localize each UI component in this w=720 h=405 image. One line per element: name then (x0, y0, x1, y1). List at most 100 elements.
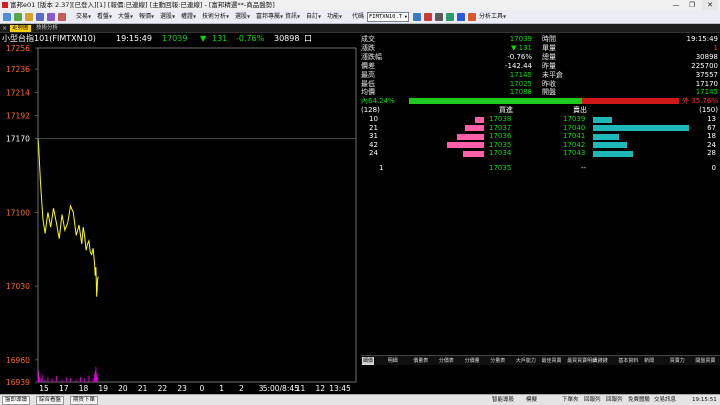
status-tab-2[interactable]: 期貨下單 (70, 396, 99, 405)
restore-button[interactable]: ❐ (684, 0, 700, 10)
menu-analysis-tools[interactable]: 分析工具▼ (479, 13, 506, 21)
status-free-trial[interactable]: 免費體驗 (628, 396, 650, 405)
chevron-down-icon: ▼ (404, 14, 407, 19)
down-arrow-icon: ▼ (200, 34, 207, 43)
menu-quote[interactable]: 報價▼ (139, 13, 154, 21)
x-tick-label: 23 (177, 384, 187, 393)
ask-qty: 28 (707, 149, 716, 158)
quote-right-row: 開盤 17145 (361, 88, 720, 96)
toolbar-chart-icon[interactable] (446, 13, 454, 21)
quote-label: 時間 (542, 35, 556, 43)
status-trade-msg[interactable]: 交易訊息 (654, 396, 676, 405)
header-price: 17039 (162, 34, 188, 43)
toolbar-query-icon[interactable] (413, 13, 421, 21)
window-title: 富邦e01 [版本 2.37][已登入][1] [報價:已連線] [主動回報:已… (10, 1, 275, 9)
bottom-tab[interactable]: 大錢錢 (593, 357, 608, 365)
minimize-button[interactable]: — (668, 0, 684, 10)
menu-trade[interactable]: 交易▼ (76, 13, 91, 21)
toolbar-order-icon[interactable] (424, 13, 432, 21)
menu-fubon[interactable]: 富邦專屬▼ (256, 13, 283, 21)
quote-value: 1 (713, 43, 718, 52)
header-time: 19:15:49 (116, 34, 152, 43)
toolbar-alert-icon[interactable] (58, 13, 66, 21)
quote-right-row: 昨收 17170 (361, 80, 720, 88)
menu-info[interactable]: 資訊▼ (285, 13, 300, 21)
toolbar-window-icon[interactable] (36, 13, 44, 21)
symbol-dropdown[interactable]: FIMTXN10.T ▼ (367, 12, 409, 22)
status-tab-1[interactable]: 綜合看盤 (36, 396, 65, 405)
menu-screener[interactable]: 選股▼ (160, 13, 175, 21)
quote-value: 37557 (695, 70, 718, 79)
toolbar-tools-icon[interactable] (468, 13, 476, 21)
x-tick-label: 15 (39, 384, 49, 393)
bottom-tab[interactable]: 大戶能力 (516, 357, 536, 365)
intraday-chart[interactable]: 1725617236172141719217170171001703016960… (0, 45, 358, 394)
bottom-tab[interactable]: 基本資料 (618, 357, 638, 365)
quote-label: 昨收 (542, 79, 556, 88)
close-button[interactable]: ✕ (702, 0, 718, 10)
quote-value: 17145 (695, 88, 718, 97)
bottom-tab[interactable]: 明細 (388, 357, 398, 365)
y-tick-label: 17214 (6, 88, 30, 97)
quote-label: 單量 (542, 43, 556, 52)
bottom-tab[interactable]: 新聞 (644, 357, 654, 365)
y-tick-label: 17170 (6, 135, 30, 144)
plot-frame (37, 47, 357, 383)
status-smart-stock[interactable]: 智能導股 (492, 396, 514, 405)
x-tick-label: 18 (79, 384, 89, 393)
menu-technical[interactable]: 技術分析▼ (202, 13, 229, 21)
quote-value: 30898 (695, 52, 718, 61)
toolbar-home-icon[interactable] (3, 13, 11, 21)
bottom-tab[interactable]: 細價 (362, 357, 375, 365)
chart-grid (37, 47, 357, 383)
bottom-tab[interactable]: 分價量 (465, 357, 480, 365)
quote-label: 開盤 (542, 88, 556, 97)
bottom-tab[interactable]: 分價表 (439, 357, 454, 365)
header-percent: -0.76% (236, 34, 265, 43)
status-bar: 盤即導讀 綜合看盤 期貨下單 智能導股 模擬 下單夾 回報列 回報列 免費體驗 … (0, 394, 720, 405)
status-tab-0[interactable]: 盤即導讀 (2, 396, 31, 405)
last-zero: 0 (711, 164, 716, 172)
status-time: 19:15:51 (692, 397, 717, 403)
toolbar-folder-icon[interactable] (25, 13, 33, 21)
toolbar-layout-icon[interactable] (47, 13, 55, 21)
menu-function[interactable]: 功能▼ (327, 13, 342, 21)
menu-screener-2[interactable]: 選股▼ (235, 13, 250, 21)
status-sim[interactable]: 模擬 (526, 396, 537, 405)
ask-price: 17043 (563, 149, 586, 158)
bid-depth-bar (465, 125, 484, 132)
bottom-tab[interactable]: 開盤買賣 (695, 357, 715, 365)
tab-trend-chart[interactable]: 走勢圖 (10, 25, 31, 32)
quote-label: 未平倉 (542, 70, 563, 79)
x-tick-label: 5:00/8:45 (263, 384, 299, 393)
menu-market[interactable]: 大盤▼ (118, 13, 133, 21)
x-tick-label: 13:45 (329, 384, 351, 393)
cursor-icon[interactable] (457, 13, 465, 21)
toolbar-refresh-icon[interactable] (14, 13, 22, 21)
menu-warrant[interactable]: 權證▼ (181, 13, 196, 21)
status-report-1[interactable]: 回報列 (584, 396, 601, 405)
status-order-folder[interactable]: 下單夾 (562, 396, 579, 405)
x-tick-label: 22 (158, 384, 168, 393)
status-report-2[interactable]: 回報列 (606, 396, 623, 405)
bid-total: (128) (361, 106, 380, 114)
quote-right-row: 時間 19:15:49 (361, 35, 720, 43)
bottom-tab[interactable]: 分量表 (490, 357, 505, 365)
x-axis-ticks: 15 17 18 19 20 21 22 23 0 1 2 3 5:00/8:4511 12 13:45 (39, 384, 351, 393)
x-tick-label: 0 (199, 384, 204, 393)
close-tab-icon[interactable]: × (2, 25, 7, 32)
last-dash: -- (581, 164, 587, 172)
chart-header: 小型台指101(FIMTXN10) 19:15:49 17039 ▼ 131 -… (0, 33, 358, 45)
toolbar-print-icon[interactable] (435, 13, 443, 21)
menu-watch[interactable]: 看盤▼ (97, 13, 112, 21)
inner-ratio-label: 內64.24% (361, 97, 395, 105)
bottom-tab[interactable]: 最佳買賣 (542, 357, 562, 365)
y-tick-label: 17236 (6, 65, 30, 74)
quote-value: 19:15:49 (686, 35, 718, 43)
ask-depth-bar (593, 125, 689, 132)
ask-total: (150) (699, 106, 718, 114)
tab-technical-analysis[interactable]: 技術分析 (36, 25, 58, 32)
bottom-tab[interactable]: 價量表 (413, 357, 428, 365)
menu-custom[interactable]: 自訂▼ (306, 13, 321, 21)
bottom-tab[interactable]: 買賣力 (670, 357, 685, 365)
